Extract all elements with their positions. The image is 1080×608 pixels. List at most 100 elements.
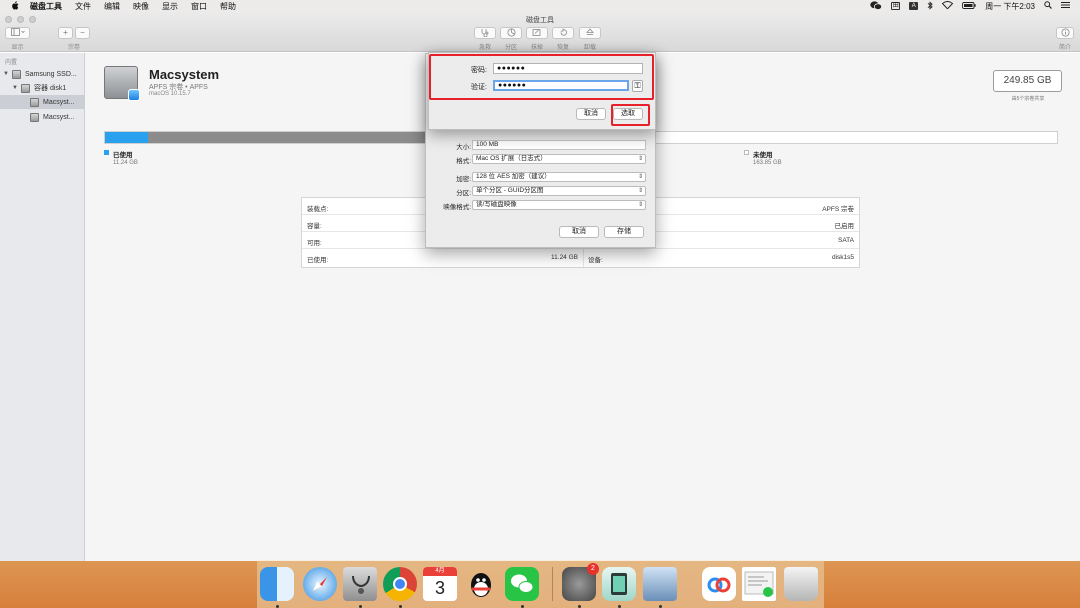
menu-view[interactable]: 显示 bbox=[162, 1, 178, 12]
menu-file[interactable]: 文件 bbox=[75, 1, 91, 12]
container-disk-icon bbox=[21, 83, 30, 93]
password-cancel-button[interactable]: 取消 bbox=[576, 108, 606, 120]
window-title: 磁盘工具 bbox=[526, 17, 554, 24]
menu-window[interactable]: 窗口 bbox=[191, 1, 207, 12]
erase-button[interactable] bbox=[526, 27, 548, 39]
finder-icon[interactable] bbox=[260, 567, 294, 601]
size-field[interactable]: 100 MB bbox=[472, 140, 646, 150]
used-legend-value: 11.24 GB bbox=[113, 160, 138, 166]
sidebar-item-label: Macsyst... bbox=[43, 98, 75, 106]
calendar-day: 3 bbox=[434, 578, 445, 598]
disclosure-triangle-icon[interactable]: ▼ bbox=[3, 71, 12, 77]
device-label: 设备: bbox=[588, 257, 603, 264]
disk-utility-icon[interactable] bbox=[343, 567, 377, 601]
format-value: Mac OS 扩展（日志式） bbox=[476, 155, 547, 162]
input-source-icon[interactable]: A bbox=[909, 2, 919, 10]
capacity-shared-note: 由5个宗卷共享 bbox=[1011, 96, 1045, 102]
format-popup[interactable]: Mac OS 扩展（日志式） ⇕ bbox=[472, 154, 646, 164]
disclosure-triangle-icon[interactable]: ▼ bbox=[12, 85, 21, 91]
remove-volume-button[interactable]: − bbox=[75, 27, 90, 39]
menu-image[interactable]: 映像 bbox=[133, 1, 149, 12]
choose-button-highlight bbox=[611, 104, 650, 126]
apple-menu-icon[interactable] bbox=[11, 0, 25, 12]
used-value: 11.24 GB bbox=[551, 254, 578, 261]
preview-icon[interactable] bbox=[643, 567, 677, 601]
popup-arrows-icon: ⇕ bbox=[637, 188, 643, 194]
macos-finder-icon bbox=[128, 89, 140, 101]
notification-badge: 2 bbox=[587, 563, 599, 575]
encryption-popup[interactable]: 128 位 AES 加密（建议） ⇕ bbox=[472, 172, 646, 182]
sidebar-item-macsystem-data[interactable]: Macsyst... bbox=[0, 110, 85, 124]
encryption-label: 加密: bbox=[456, 176, 471, 183]
input-method-icon[interactable]: 田 bbox=[891, 2, 901, 10]
used-legend-label: 已使用 bbox=[113, 152, 133, 159]
volume-disk-icon bbox=[104, 66, 140, 101]
table-row: 已使用: 11.24 GB 设备: disk1s5 bbox=[302, 249, 859, 266]
wechat-icon[interactable] bbox=[505, 567, 539, 601]
system-preferences-icon[interactable]: 2 bbox=[562, 563, 599, 601]
partition-popup[interactable]: 单个分区 - GUID分区图 ⇕ bbox=[472, 186, 646, 196]
erase-icon bbox=[532, 29, 542, 39]
add-volume-button[interactable]: + bbox=[58, 27, 73, 39]
usage-used-segment bbox=[105, 132, 148, 143]
volume-disk-icon bbox=[30, 112, 39, 122]
free-legend-swatch bbox=[744, 150, 749, 155]
info-button[interactable] bbox=[1056, 27, 1074, 39]
safari-icon[interactable] bbox=[303, 567, 337, 601]
device-value: disk1s5 bbox=[831, 254, 854, 261]
view-toggle-button[interactable] bbox=[5, 27, 30, 39]
popup-arrows-icon: ⇕ bbox=[637, 202, 643, 208]
popup-arrows-icon: ⇕ bbox=[637, 174, 643, 180]
image-format-label: 映像格式: bbox=[443, 204, 471, 211]
save-cancel-button[interactable]: 取消 bbox=[559, 226, 599, 238]
calendar-icon[interactable]: 4月 3 bbox=[423, 567, 457, 601]
internal-disk-icon bbox=[12, 69, 21, 79]
encryption-value: 128 位 AES 加密（建议） bbox=[476, 173, 551, 180]
sidebar-item-label: 容器 disk1 bbox=[34, 85, 67, 92]
popup-arrows-icon: ⇕ bbox=[637, 156, 643, 162]
dock-separator bbox=[552, 567, 553, 601]
downloads-stack-icon[interactable] bbox=[742, 567, 776, 601]
sidebar-item-container-disk1[interactable]: ▼ 容器 disk1 bbox=[0, 81, 85, 95]
calendar-month: 4月 bbox=[423, 567, 457, 576]
first-aid-button[interactable] bbox=[474, 27, 496, 39]
unmount-label: 卸载 bbox=[583, 45, 596, 51]
eject-icon bbox=[586, 28, 594, 39]
info-icon bbox=[1061, 28, 1070, 39]
battery-icon[interactable] bbox=[962, 1, 976, 11]
menu-app-name[interactable]: 磁盘工具 bbox=[30, 1, 62, 12]
notes-app-icon[interactable] bbox=[602, 567, 636, 601]
control-menu-icon[interactable] bbox=[1061, 1, 1070, 11]
save-button[interactable]: 存储 bbox=[604, 226, 644, 238]
restore-label: 恢复 bbox=[556, 45, 569, 51]
chrome-icon[interactable] bbox=[383, 567, 417, 601]
wechat-status-icon[interactable] bbox=[870, 0, 883, 12]
partition-button[interactable] bbox=[500, 27, 522, 39]
image-format-popup[interactable]: 读/写磁盘映像 ⇕ bbox=[472, 200, 646, 210]
spotlight-search-icon[interactable] bbox=[1044, 1, 1052, 11]
restore-button[interactable] bbox=[552, 27, 574, 39]
password-fields-highlight bbox=[429, 54, 654, 100]
size-label: 大小: bbox=[456, 144, 471, 151]
unmount-button[interactable] bbox=[579, 27, 601, 39]
mount-point-label: 装载点: bbox=[307, 206, 329, 213]
used-label: 已使用: bbox=[307, 257, 329, 264]
window-toolbar: 磁盘工具 显示 + − 宗卷 急救 分区 抹掉 恢复 卸载 简介 bbox=[0, 12, 1080, 52]
trash-icon[interactable] bbox=[784, 567, 818, 601]
wifi-icon[interactable] bbox=[941, 1, 954, 11]
bluetooth-icon[interactable] bbox=[927, 0, 933, 12]
restore-icon bbox=[559, 28, 568, 39]
erase-label: 抹掉 bbox=[530, 45, 543, 51]
sidebar-item-macsystem-selected[interactable]: Macsyst... bbox=[0, 95, 85, 109]
clock-text[interactable]: 周一 下午2:03 bbox=[985, 1, 1035, 12]
sidebar-toggle-icon bbox=[10, 28, 25, 38]
qq-icon[interactable] bbox=[464, 567, 498, 601]
baidu-netdisk-icon[interactable] bbox=[702, 567, 736, 601]
connection-value: SATA bbox=[837, 237, 854, 244]
sidebar-item-samsung-ssd[interactable]: ▼ Samsung SSD... bbox=[0, 67, 85, 81]
available-label: 可用: bbox=[307, 240, 322, 247]
menu-help[interactable]: 帮助 bbox=[220, 1, 236, 12]
sidebar-section-internal: 内置 bbox=[5, 60, 18, 66]
menu-edit[interactable]: 编辑 bbox=[104, 1, 120, 12]
volume-disk-icon bbox=[30, 97, 39, 107]
